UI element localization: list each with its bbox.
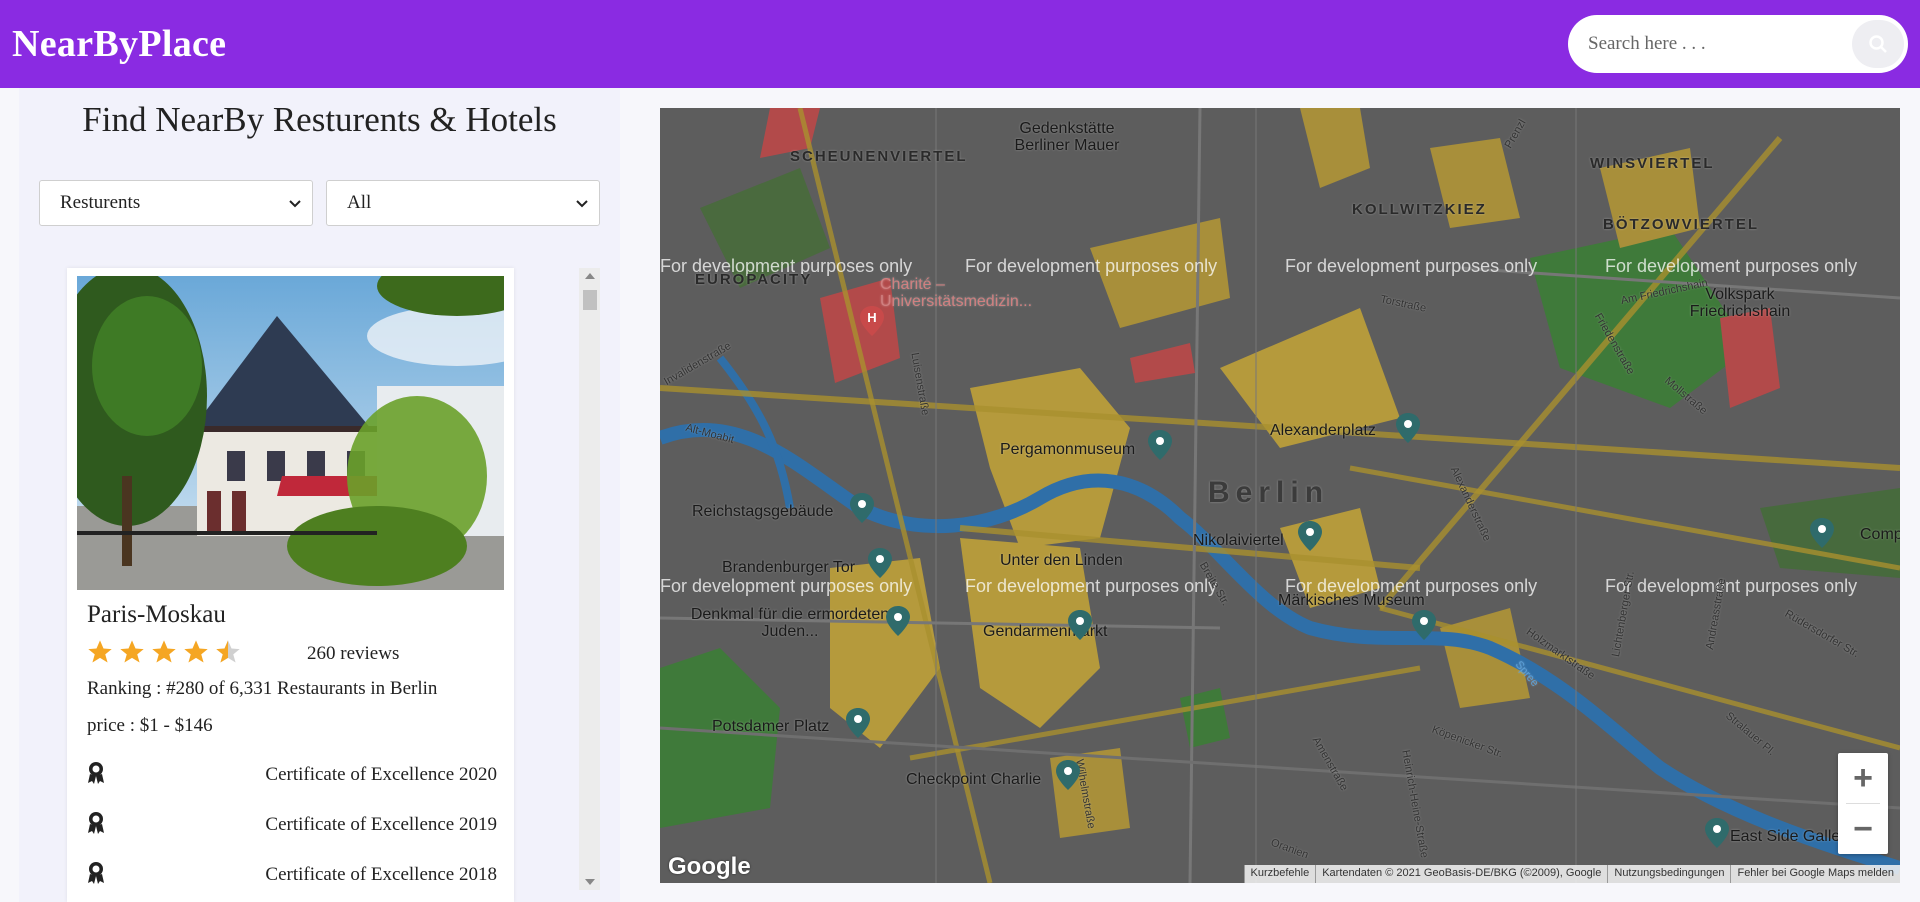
district-label: KOLLWITZKIEZ <box>1352 201 1487 218</box>
landmark-pin-icon[interactable] <box>1056 760 1080 790</box>
top-navbar: NearByPlace <box>0 0 1920 88</box>
place-label: Nikolaiviertel <box>1193 532 1284 549</box>
report-error-link[interactable]: Fehler bei Google Maps melden <box>1730 865 1900 883</box>
dev-watermark: For development purposes only <box>1285 256 1538 276</box>
landmark-pin-icon[interactable] <box>1705 818 1729 848</box>
keyboard-shortcuts-link[interactable]: Kurzbefehle <box>1243 865 1316 883</box>
city-label: Berlin <box>1208 476 1330 509</box>
scroll-up-icon[interactable] <box>585 273 595 279</box>
dev-watermark: For development purposes only <box>965 256 1218 276</box>
map-data-text: Kartendaten © 2021 GeoBasis-DE/BKG (©200… <box>1315 865 1608 883</box>
certificate-item: Certificate of Excellence 2018 <box>87 861 497 891</box>
museum-pin-icon[interactable] <box>1810 518 1834 548</box>
district-label: SCHEUNENVIERTEL <box>790 148 968 165</box>
scroll-down-icon[interactable] <box>585 879 595 885</box>
map-view[interactable]: For development purposes only For develo… <box>660 108 1900 883</box>
search-input[interactable] <box>1588 33 1828 55</box>
place-name[interactable]: Paris-Moskau <box>87 601 226 629</box>
place-label: Denkmal für die ermordeten Juden... <box>690 606 890 640</box>
zoom-in-button[interactable]: + <box>1838 753 1888 803</box>
landmark-pin-icon[interactable] <box>868 548 892 578</box>
zoom-controls: + − <box>1838 753 1888 854</box>
ranking-text: Ranking : #280 of 6,331 Restaurants in B… <box>87 678 438 699</box>
results-panel: Find NearBy Resturents & Hotels Resturen… <box>19 88 620 902</box>
award-icon <box>88 862 104 884</box>
dev-watermark: For development purposes only <box>965 576 1218 596</box>
search-icon <box>1869 35 1887 53</box>
district-label: BÖTZOWVIERTEL <box>1603 216 1759 233</box>
place-label: Reichstagsgebäude <box>692 503 834 520</box>
price-text: price : $1 - $146 <box>87 715 213 736</box>
dev-watermark: For development purposes only <box>660 576 913 596</box>
page-title: Find NearBy Resturents & Hotels <box>82 100 557 139</box>
review-count: 260 reviews <box>307 643 400 664</box>
place-label: Pergamonmuseum <box>1000 441 1136 458</box>
certificate-item: Certificate of Excellence 2020 <box>87 761 497 791</box>
place-card[interactable]: Paris-Moskau 260 reviews Ranking : #280 … <box>67 268 514 902</box>
chevron-down-icon <box>576 200 588 208</box>
certificate-label: Certificate of Excellence 2020 <box>265 764 497 785</box>
search-button[interactable] <box>1852 20 1904 68</box>
place-label: Alexanderplatz <box>1270 422 1376 439</box>
district-label: WINSVIERTEL <box>1590 155 1715 172</box>
map-attribution: Kurzbefehle Kartendaten © 2021 GeoBasis-… <box>1243 865 1900 883</box>
award-icon <box>88 812 104 834</box>
rating-select[interactable]: All <box>326 180 600 226</box>
district-label: EUROPACITY <box>695 271 813 288</box>
rating-select-value: All <box>347 192 372 213</box>
landmark-pin-icon[interactable] <box>886 606 910 636</box>
star-icon <box>184 640 208 663</box>
dev-watermark: For development purposes only <box>1605 256 1858 276</box>
svg-text:H: H <box>867 310 876 325</box>
landmark-pin-icon[interactable] <box>1068 610 1092 640</box>
star-icon <box>120 640 144 663</box>
museum-pin-icon[interactable] <box>1412 610 1436 640</box>
place-label: Volkspark Friedrichshain <box>1689 286 1791 320</box>
zoom-out-button[interactable]: − <box>1838 804 1888 854</box>
brand-logo[interactable]: NearByPlace <box>12 22 226 66</box>
place-label: Märkisches Museum <box>1278 592 1425 609</box>
list-scrollbar[interactable] <box>579 268 600 890</box>
hospital-pin-icon[interactable]: H <box>860 306 884 336</box>
place-label: Checkpoint Charlie <box>906 771 1042 788</box>
certificate-item: Certificate of Excellence 2019 <box>87 811 497 841</box>
type-select[interactable]: Resturents <box>39 180 313 226</box>
certificate-label: Certificate of Excellence 2019 <box>265 814 497 835</box>
landmark-pin-icon[interactable] <box>846 708 870 738</box>
place-label: Gedenkstätte Berliner Mauer <box>1014 120 1120 154</box>
terms-link[interactable]: Nutzungsbedingungen <box>1607 865 1731 883</box>
half-star-icon <box>216 640 240 663</box>
star-rating <box>86 638 242 666</box>
place-label: Potsdamer Platz <box>712 718 830 735</box>
dev-watermark: For development purposes only <box>1605 576 1858 596</box>
place-label: Comput <box>1860 526 1900 543</box>
star-icon <box>152 640 176 663</box>
landmark-pin-icon[interactable] <box>1298 521 1322 551</box>
star-icon <box>88 640 112 663</box>
chevron-down-icon <box>289 200 301 208</box>
place-label: Unter den Linden <box>1000 552 1123 569</box>
scroll-thumb[interactable] <box>583 290 597 310</box>
award-icon <box>88 762 104 784</box>
search-box <box>1568 15 1908 73</box>
type-select-value: Resturents <box>60 192 141 213</box>
google-logo[interactable]: Google <box>668 853 751 881</box>
certificate-label: Certificate of Excellence 2018 <box>265 864 497 885</box>
landmark-pin-icon[interactable] <box>1396 413 1420 443</box>
museum-pin-icon[interactable] <box>1148 430 1172 460</box>
place-photo <box>77 276 504 590</box>
landmark-pin-icon[interactable] <box>850 493 874 523</box>
place-label: Brandenburger Tor <box>722 559 856 576</box>
place-label: Charité – Universitätsmedizin... <box>880 276 1033 310</box>
place-label: East Side Gallery <box>1730 828 1854 845</box>
